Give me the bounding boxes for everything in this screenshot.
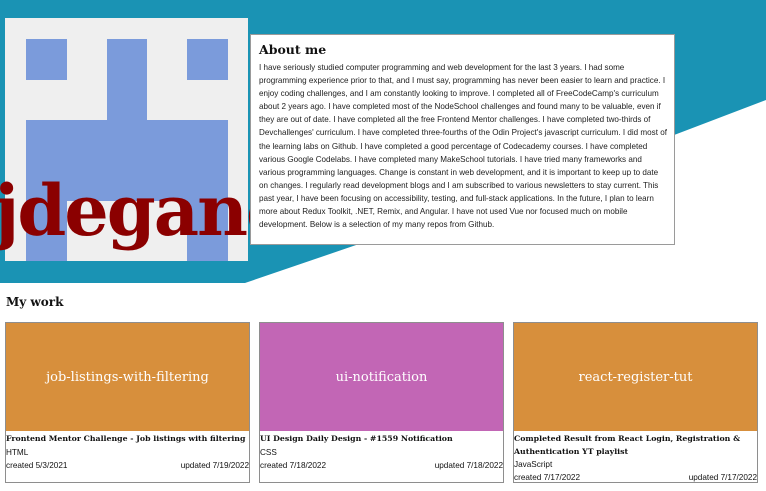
- repo-dates: created 5/3/2021 updated 7/19/2022: [6, 459, 249, 472]
- repo-description: Completed Result from React Login, Regis…: [514, 434, 741, 456]
- repo-name[interactable]: ui-notification: [336, 370, 428, 385]
- repo-description: UI Design Daily Design - #1559 Notificat…: [260, 434, 453, 443]
- repo-banner[interactable]: ui-notification: [260, 323, 503, 431]
- repo-dates: created 7/17/2022 updated 7/17/2022: [514, 471, 757, 484]
- repo-language: HTML: [6, 447, 29, 457]
- repo-language: JavaScript: [514, 460, 553, 469]
- repo-dates: created 7/18/2022 updated 7/18/2022: [260, 459, 503, 472]
- repo-card[interactable]: ui-notification UI Design Daily Design -…: [259, 322, 504, 483]
- repo-language: CSS: [260, 447, 277, 457]
- repo-updated: updated 7/18/2022: [434, 460, 503, 470]
- repo-updated: updated 7/19/2022: [180, 460, 249, 470]
- about-card: About me I have seriously studied comput…: [250, 34, 675, 245]
- repo-created: created 7/17/2022: [514, 473, 581, 482]
- repo-card[interactable]: job-listings-with-filtering Frontend Men…: [5, 322, 250, 483]
- repo-updated: updated 7/17/2022: [688, 473, 757, 482]
- repo-name[interactable]: react-register-tut: [579, 370, 693, 385]
- site-logo-text[interactable]: jdegand: [0, 176, 295, 246]
- repo-banner[interactable]: react-register-tut: [514, 323, 757, 431]
- repo-description: Frontend Mentor Challenge - Job listings…: [6, 434, 246, 443]
- repo-banner[interactable]: job-listings-with-filtering: [6, 323, 249, 431]
- about-body: I have seriously studied computer progra…: [259, 63, 667, 230]
- repo-created: created 7/18/2022: [260, 460, 327, 470]
- repo-info: Completed Result from React Login, Regis…: [514, 431, 757, 484]
- repo-name[interactable]: job-listings-with-filtering: [46, 370, 209, 385]
- my-work-title: My work: [6, 295, 64, 309]
- repo-card[interactable]: react-register-tut Completed Result from…: [513, 322, 758, 483]
- repo-created: created 5/3/2021: [6, 460, 68, 470]
- about-title: About me: [259, 42, 327, 57]
- repo-info: UI Design Daily Design - #1559 Notificat…: [260, 431, 503, 472]
- repo-info: Frontend Mentor Challenge - Job listings…: [6, 431, 249, 472]
